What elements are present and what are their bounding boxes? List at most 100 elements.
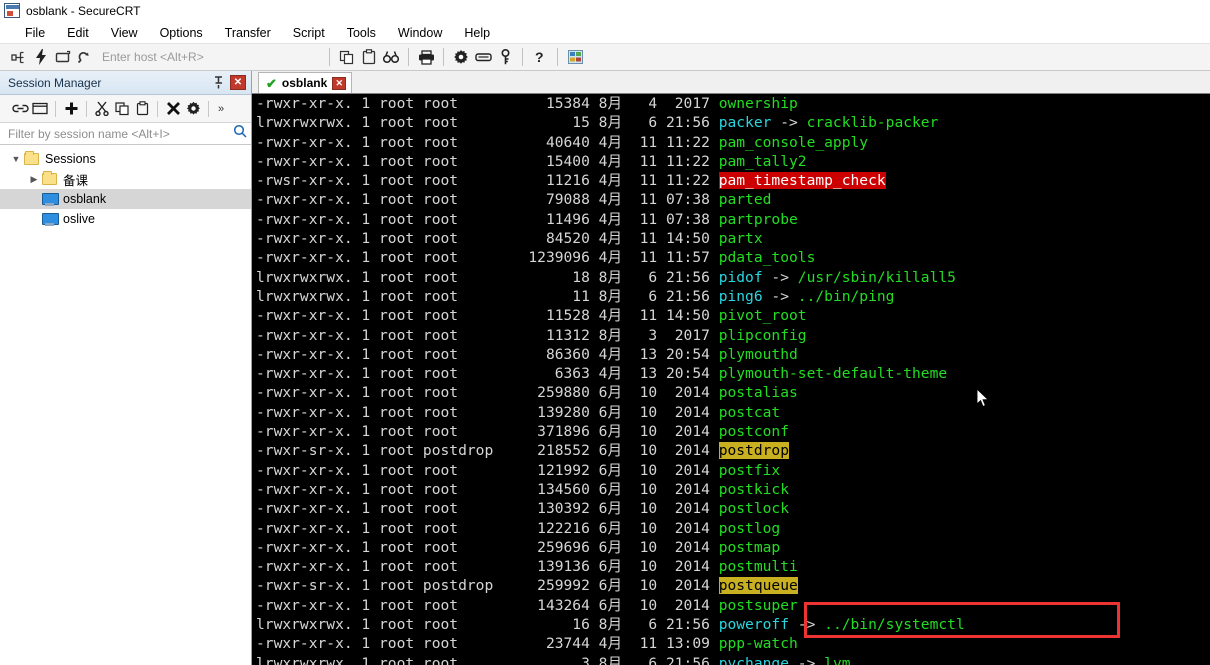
- terminal-line: -rwxr-xr-x. 1 root root 143264 6月 10 201…: [256, 596, 1210, 615]
- file-name: pam_tally2: [718, 152, 807, 170]
- host-input[interactable]: Enter host <Alt+R>: [102, 50, 317, 64]
- file-name: pidof: [718, 268, 763, 286]
- sm-divider-1: [55, 100, 56, 117]
- paste-icon[interactable]: [358, 46, 380, 68]
- file-metadata: -rwxr-xr-x. 1 root root 130392 6月 10 201…: [256, 500, 719, 518]
- sm-divider-2: [86, 100, 87, 117]
- properties-icon[interactable]: [183, 98, 203, 120]
- overflow-chevron-icon[interactable]: »: [218, 103, 224, 115]
- delete-icon[interactable]: [163, 98, 183, 120]
- file-name: postmulti: [718, 558, 798, 576]
- new-session-icon[interactable]: [61, 98, 81, 120]
- paste-icon[interactable]: [132, 98, 152, 120]
- terminal-line: -rwxr-xr-x. 1 root root 40640 4月 11 11:2…: [256, 133, 1210, 152]
- file-name: postalias: [718, 384, 798, 402]
- symlink-arrow: ->: [762, 287, 798, 305]
- chevron-down-icon[interactable]: ▼: [8, 154, 24, 164]
- file-name: pam_console_apply: [718, 133, 869, 151]
- find-icon[interactable]: [380, 46, 402, 68]
- keymap-editor-icon[interactable]: [472, 46, 494, 68]
- symlink-arrow: ->: [762, 268, 798, 286]
- file-metadata: -rwxr-xr-x. 1 root root 259696 6月 10 201…: [256, 538, 719, 556]
- file-name: ping6: [718, 287, 763, 305]
- main-body: Session Manager ✕ » Filter by session na…: [0, 71, 1210, 665]
- toolbar-divider-1: [329, 48, 330, 66]
- terminal-line: -rwxr-xr-x. 1 root root 259696 6月 10 201…: [256, 538, 1210, 557]
- file-metadata: -rwxr-xr-x. 1 root root 11496 4月 11 07:3…: [256, 210, 719, 228]
- window-title: osblank - SecureCRT: [26, 3, 141, 18]
- connect-link-icon[interactable]: [10, 98, 30, 120]
- sm-divider-4: [208, 100, 209, 117]
- file-metadata: lrwxrwxrwx. 1 root root 15 8月 6 21:56: [256, 114, 719, 132]
- chevron-right-icon[interactable]: ▶: [26, 174, 42, 185]
- session-monitor-icon: [42, 192, 59, 206]
- quick-connect-icon[interactable]: [30, 46, 52, 68]
- connect-icon[interactable]: [8, 46, 30, 68]
- menu-view[interactable]: View: [100, 24, 149, 42]
- symlink-target: cracklib-packer: [806, 114, 939, 132]
- file-name: plipconfig: [718, 326, 807, 344]
- pin-icon[interactable]: [210, 75, 226, 91]
- folder-icon: [24, 151, 39, 165]
- file-name: packer: [718, 114, 772, 132]
- file-metadata: -rwxr-sr-x. 1 root postdrop 259992 6月 10…: [256, 577, 719, 595]
- menu-file[interactable]: File: [14, 24, 56, 42]
- session-filter-input[interactable]: Filter by session name <Alt+I>: [8, 127, 233, 141]
- sidebar-item-sessions[interactable]: ▼ Sessions: [0, 149, 251, 169]
- sidebar-item-beike[interactable]: ▶ 备课: [0, 169, 251, 189]
- menu-tools[interactable]: Tools: [336, 24, 387, 42]
- menu-edit[interactable]: Edit: [56, 24, 100, 42]
- session-manager-panel: Session Manager ✕ » Filter by session na…: [0, 71, 252, 665]
- new-window-icon[interactable]: [30, 98, 50, 120]
- session-manager-close-icon[interactable]: ✕: [230, 75, 246, 90]
- terminal-output[interactable]: -rwxr-xr-x. 1 root root 15384 8月 4 2017 …: [252, 93, 1210, 665]
- file-metadata: lrwxrwxrwx. 1 root root 11 8月 6 21:56: [256, 287, 719, 305]
- copy-icon[interactable]: [336, 46, 358, 68]
- help-icon[interactable]: ?: [529, 46, 551, 68]
- file-metadata: -rwxr-xr-x. 1 root root 139136 6月 10 201…: [256, 558, 719, 576]
- file-name: pvchange: [718, 654, 789, 665]
- file-name: pam_timestamp_check: [718, 172, 886, 190]
- terminal-line: -rwxr-xr-x. 1 root root 259880 6月 10 201…: [256, 383, 1210, 402]
- securecrt-icon: [4, 3, 20, 18]
- menu-transfer[interactable]: Transfer: [214, 24, 282, 42]
- sidebar-item-oslive[interactable]: oslive: [0, 209, 251, 229]
- terminal-line: -rwxr-xr-x. 1 root root 121992 6月 10 201…: [256, 461, 1210, 480]
- sidebar-item-osblank[interactable]: osblank: [0, 189, 251, 209]
- protocol-icon[interactable]: [494, 46, 516, 68]
- cut-icon[interactable]: [92, 98, 112, 120]
- symlink-target: ../bin/systemctl: [824, 616, 965, 634]
- reconnect-icon[interactable]: [74, 46, 96, 68]
- terminal-line: -rwxr-xr-x. 1 root root 130392 6月 10 201…: [256, 499, 1210, 518]
- session-filter-row[interactable]: Filter by session name <Alt+I>: [0, 123, 251, 145]
- file-name: parted: [718, 191, 772, 209]
- file-metadata: -rwxr-xr-x. 1 root root 259880 6月 10 201…: [256, 384, 719, 402]
- file-name: postkick: [718, 480, 789, 498]
- svg-text:?: ?: [535, 49, 544, 65]
- file-name: poweroff: [718, 616, 789, 634]
- terminal-line: -rwxr-xr-x. 1 root root 11528 4月 11 14:5…: [256, 306, 1210, 325]
- menu-window[interactable]: Window: [387, 24, 453, 42]
- menu-bar: File Edit View Options Transfer Script T…: [0, 22, 1210, 44]
- title-bar: osblank - SecureCRT: [0, 0, 1210, 22]
- copy-icon[interactable]: [112, 98, 132, 120]
- tab-osblank[interactable]: ✔ osblank ✕: [258, 72, 353, 93]
- file-metadata: -rwxr-xr-x. 1 root root 134560 6月 10 201…: [256, 480, 719, 498]
- terminal-area: ✔ osblank ✕ -rwxr-xr-x. 1 root root 1538…: [252, 71, 1210, 665]
- tab-close-icon[interactable]: ✕: [332, 76, 347, 90]
- print-icon[interactable]: [415, 46, 437, 68]
- menu-options[interactable]: Options: [149, 24, 214, 42]
- sidebar-item-label: 备课: [63, 173, 89, 188]
- file-name: ppp-watch: [718, 635, 798, 653]
- file-name: postlog: [718, 519, 781, 537]
- connect-in-tab-icon[interactable]: [52, 46, 74, 68]
- terminal-line: -rwxr-xr-x. 1 root root 1239096 4月 11 11…: [256, 248, 1210, 267]
- session-options-icon[interactable]: [450, 46, 472, 68]
- search-icon[interactable]: [233, 124, 247, 143]
- menu-script[interactable]: Script: [282, 24, 336, 42]
- menu-help[interactable]: Help: [453, 24, 501, 42]
- terminal-line: -rwxr-xr-x. 1 root root 15400 4月 11 11:2…: [256, 152, 1210, 171]
- capture-icon[interactable]: [564, 46, 586, 68]
- file-metadata: -rwxr-xr-x. 1 root root 143264 6月 10 201…: [256, 596, 719, 614]
- terminal-line: -rwxr-xr-x. 1 root root 84520 4月 11 14:5…: [256, 229, 1210, 248]
